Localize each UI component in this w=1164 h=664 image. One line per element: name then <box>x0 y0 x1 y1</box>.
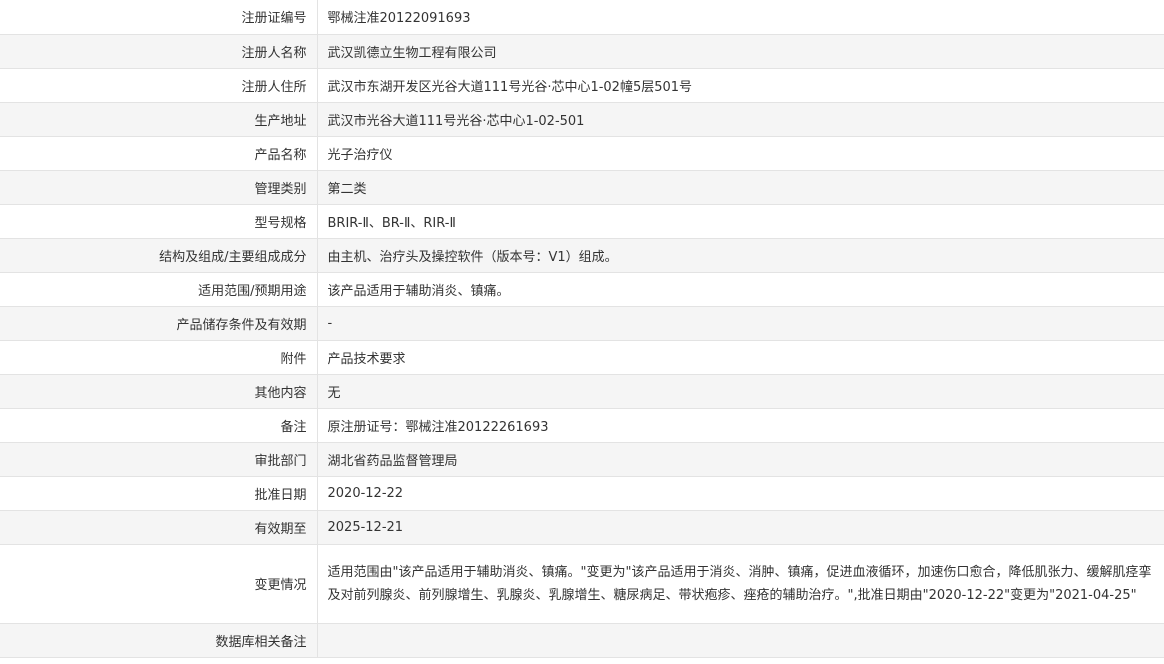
field-label: 产品名称 <box>0 136 318 171</box>
field-label: 结构及组成/主要组成成分 <box>0 238 318 273</box>
field-label: 数据库相关备注 <box>0 623 318 658</box>
row-production-address: 生产地址 武汉市光谷大道111号光谷·芯中心1-02-501 <box>0 102 1164 137</box>
field-value: 由主机、治疗头及操控软件（版本号：V1）组成。 <box>317 238 1164 273</box>
field-value: 该产品适用于辅助消炎、镇痛。 <box>317 272 1164 307</box>
field-value: 产品技术要求 <box>317 340 1164 375</box>
field-value: 光子治疗仪 <box>317 136 1164 171</box>
field-label: 备注 <box>0 408 318 443</box>
field-value: 湖北省药品监督管理局 <box>317 442 1164 477</box>
row-approval-department: 审批部门 湖北省药品监督管理局 <box>0 442 1164 477</box>
row-product-name: 产品名称 光子治疗仪 <box>0 136 1164 171</box>
field-value: 2020-12-22 <box>317 476 1164 511</box>
field-label: 生产地址 <box>0 102 318 137</box>
row-structure-composition: 结构及组成/主要组成成分 由主机、治疗头及操控软件（版本号：V1）组成。 <box>0 238 1164 273</box>
field-value: BRIR-Ⅱ、BR-Ⅱ、RIR-Ⅱ <box>317 204 1164 239</box>
field-value: 2025-12-21 <box>317 510 1164 545</box>
row-approval-date: 批准日期 2020-12-22 <box>0 476 1164 511</box>
field-label: 产品储存条件及有效期 <box>0 306 318 341</box>
row-other-content: 其他内容 无 <box>0 374 1164 409</box>
field-value: 武汉市东湖开发区光谷大道111号光谷·芯中心1-02幢5层501号 <box>317 68 1164 103</box>
row-management-class: 管理类别 第二类 <box>0 170 1164 205</box>
field-label: 附件 <box>0 340 318 375</box>
field-value: 原注册证号：鄂械注准20122261693 <box>317 408 1164 443</box>
field-label: 其他内容 <box>0 374 318 409</box>
row-valid-until: 有效期至 2025-12-21 <box>0 510 1164 545</box>
field-label: 变更情况 <box>0 544 318 624</box>
registration-detail-table: 注册证编号 鄂械注准20122091693 注册人名称 武汉凯德立生物工程有限公… <box>0 0 1164 658</box>
field-label: 注册人住所 <box>0 68 318 103</box>
field-label: 管理类别 <box>0 170 318 205</box>
row-remarks: 备注 原注册证号：鄂械注准20122261693 <box>0 408 1164 443</box>
field-label: 型号规格 <box>0 204 318 239</box>
field-label: 注册人名称 <box>0 34 318 69</box>
row-model-spec: 型号规格 BRIR-Ⅱ、BR-Ⅱ、RIR-Ⅱ <box>0 204 1164 239</box>
row-attachment: 附件 产品技术要求 <box>0 340 1164 375</box>
field-value <box>317 623 1164 658</box>
field-value: - <box>317 306 1164 341</box>
row-storage-validity: 产品储存条件及有效期 - <box>0 306 1164 341</box>
field-value: 无 <box>317 374 1164 409</box>
field-value: 武汉市光谷大道111号光谷·芯中心1-02-501 <box>317 102 1164 137</box>
field-value: 第二类 <box>317 170 1164 205</box>
row-change-history: 变更情况 适用范围由"该产品适用于辅助消炎、镇痛。"变更为"该产品适用于消炎、消… <box>0 544 1164 624</box>
field-label: 批准日期 <box>0 476 318 511</box>
field-label: 有效期至 <box>0 510 318 545</box>
field-value: 武汉凯德立生物工程有限公司 <box>317 34 1164 69</box>
row-registrant-name: 注册人名称 武汉凯德立生物工程有限公司 <box>0 34 1164 69</box>
row-database-remarks: 数据库相关备注 <box>0 623 1164 658</box>
field-label: 注册证编号 <box>0 0 318 35</box>
row-scope-intended-use: 适用范围/预期用途 该产品适用于辅助消炎、镇痛。 <box>0 272 1164 307</box>
row-registrant-address: 注册人住所 武汉市东湖开发区光谷大道111号光谷·芯中心1-02幢5层501号 <box>0 68 1164 103</box>
field-label: 适用范围/预期用途 <box>0 272 318 307</box>
field-value: 适用范围由"该产品适用于辅助消炎、镇痛。"变更为"该产品适用于消炎、消肿、镇痛，… <box>317 544 1164 624</box>
field-label: 审批部门 <box>0 442 318 477</box>
row-registration-number: 注册证编号 鄂械注准20122091693 <box>0 0 1164 35</box>
field-value: 鄂械注准20122091693 <box>317 0 1164 35</box>
